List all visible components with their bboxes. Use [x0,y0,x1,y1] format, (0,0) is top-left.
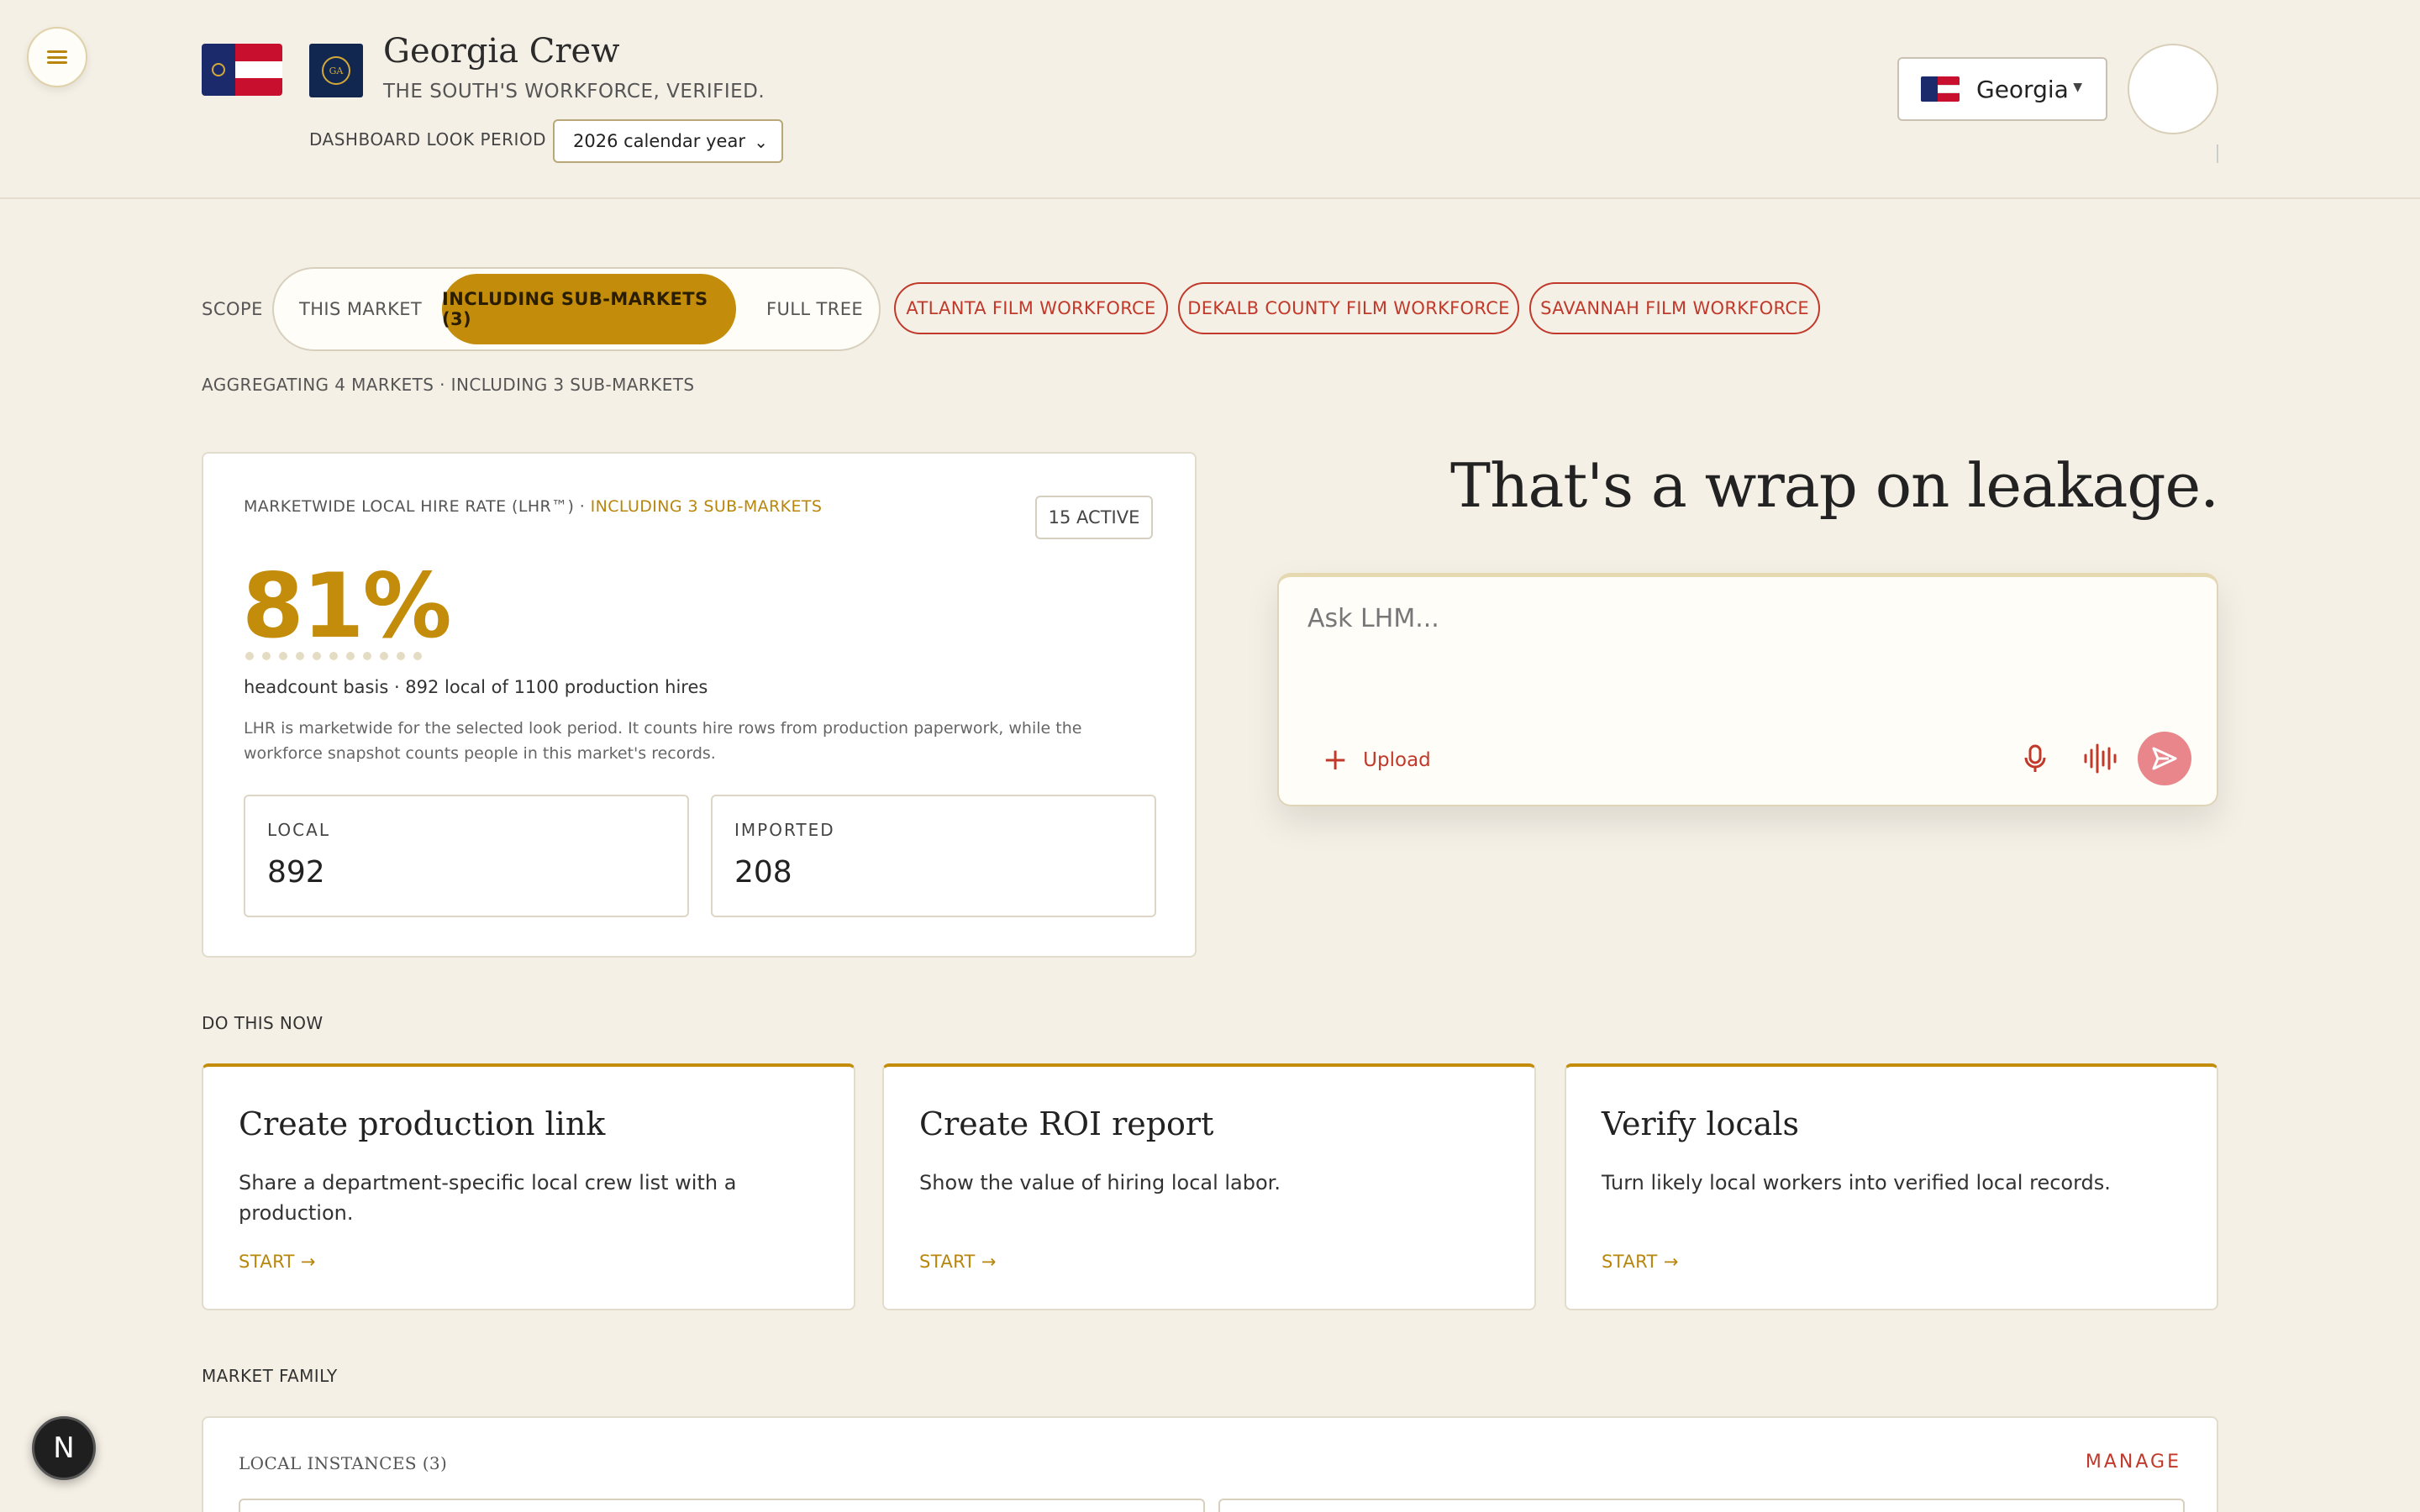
action-desc: Turn likely local workers into verified … [1602,1171,2111,1194]
scope-including-sub-markets[interactable]: INCLUDING SUB-MARKETS (3) [442,274,736,344]
send-icon [2152,747,2177,770]
lhr-title-text: MARKETWIDE LOCAL HIRE RATE (LHR™) · [244,497,591,516]
rate-dot [346,652,355,660]
rate-dot [279,652,287,660]
local-stat: LOCAL 892 [244,795,689,917]
crew-seal-logo: GA [309,44,363,97]
market-family-card: LOCAL INSTANCES (3) MANAGE [202,1416,2218,1512]
chip-atlanta[interactable]: ATLANTA FILM WORKFORCE [894,282,1168,334]
instance-card[interactable] [1218,1499,2185,1512]
rate-dot [245,652,254,660]
action-title: Verify locals [1602,1105,1799,1142]
region-selector[interactable]: Georgia ▼ [1897,57,2107,121]
period-value: 2026 calendar year [573,131,745,151]
rate-dot [380,652,388,660]
lhr-description: LHR is marketwide for the selected look … [244,719,1082,763]
local-label: LOCAL [267,820,330,840]
ask-input[interactable]: Ask LHM... [1307,604,1439,633]
period-label: DASHBOARD LOOK PERIOD [309,129,547,150]
scope-toggle: THIS MARKET INCLUDING SUB-MARKETS (3) FU… [272,267,881,351]
imported-label: IMPORTED [734,820,835,840]
lhr-title-scope: INCLUDING 3 SUB-MARKETS [590,497,823,516]
seal-ring: GA [322,56,350,85]
avatar[interactable] [2128,44,2218,134]
dev-badge[interactable]: N [32,1416,96,1480]
scope-full-tree[interactable]: FULL TREE [766,269,863,349]
do-now-label: DO THIS NOW [202,1013,324,1033]
ask-box[interactable]: Ask LHM... + Upload [1277,573,2218,806]
start-link[interactable]: START → [919,1252,997,1272]
local-instances-label: LOCAL INSTANCES (3) [239,1453,448,1473]
action-card-roi-report[interactable]: Create ROI report Show the value of hiri… [882,1063,1536,1310]
action-card-verify-locals[interactable]: Verify locals Turn likely local workers … [1565,1063,2218,1310]
send-button[interactable] [2138,732,2191,785]
upload-button[interactable]: + Upload [1323,745,1431,775]
lhr-card: MARKETWIDE LOCAL HIRE RATE (LHR™) · INCL… [202,452,1197,958]
rate-dot [363,652,371,660]
brand-title: Georgia Crew [383,32,620,71]
scope-this-market[interactable]: THIS MARKET [299,269,422,349]
active-badge: 15 ACTIVE [1035,496,1153,539]
menu-icon [47,50,67,64]
action-card-production-link[interactable]: Create production link Share a departmen… [202,1063,855,1310]
rate-dot [296,652,304,660]
start-link[interactable]: START → [1602,1252,1679,1272]
header: GA Georgia Crew THE SOUTH'S WORKFORCE, V… [0,0,2420,199]
plus-icon: + [1323,743,1349,777]
divider [2217,144,2218,163]
period-select[interactable]: 2026 calendar year ⌄ [553,119,783,163]
action-title: Create ROI report [919,1105,1214,1142]
scope-label: SCOPE [202,299,263,319]
imported-value: 208 [734,855,792,890]
rate-dot [313,652,321,660]
microphone-icon[interactable] [2018,742,2052,775]
chip-dekalb[interactable]: DEKALB COUNTY FILM WORKFORCE [1178,282,1519,334]
aggregation-note: AGGREGATING 4 MARKETS · INCLUDING 3 SUB-… [202,375,695,395]
brand-tagline: THE SOUTH'S WORKFORCE, VERIFIED. [383,81,765,102]
action-desc: Share a department-specific local crew l… [239,1171,737,1225]
action-title: Create production link [239,1105,606,1142]
lhr-basis: headcount basis · 892 local of 1100 prod… [244,677,708,697]
region-label: Georgia [1976,75,2069,103]
lhr-rate: 81% [242,554,452,658]
chip-savannah[interactable]: SAVANNAH FILM WORKFORCE [1529,282,1820,334]
waveform-icon[interactable] [2082,742,2119,775]
georgia-flag-logo [202,44,282,96]
rate-dot [413,652,422,660]
manage-button[interactable]: MANAGE [2086,1452,2181,1473]
rate-dot [329,652,338,660]
hero-headline: That's a wrap on leakage. [1450,450,2219,521]
imported-stat: IMPORTED 208 [711,795,1156,917]
upload-label: Upload [1363,749,1431,771]
rate-dots [245,652,422,660]
lhr-title: MARKETWIDE LOCAL HIRE RATE (LHR™) · INCL… [244,497,822,516]
instance-card[interactable] [239,1499,1205,1512]
region-flag-icon [1921,76,1960,102]
rate-dot [397,652,405,660]
rate-dot [262,652,271,660]
action-desc: Show the value of hiring local labor. [919,1171,1281,1194]
start-link[interactable]: START → [239,1252,316,1272]
market-family-label: MARKET FAMILY [202,1366,338,1386]
caret-down-icon: ▼ [2073,81,2082,94]
chevron-down-icon: ⌄ [754,132,768,152]
menu-button[interactable] [27,27,87,87]
local-value: 892 [267,855,325,890]
